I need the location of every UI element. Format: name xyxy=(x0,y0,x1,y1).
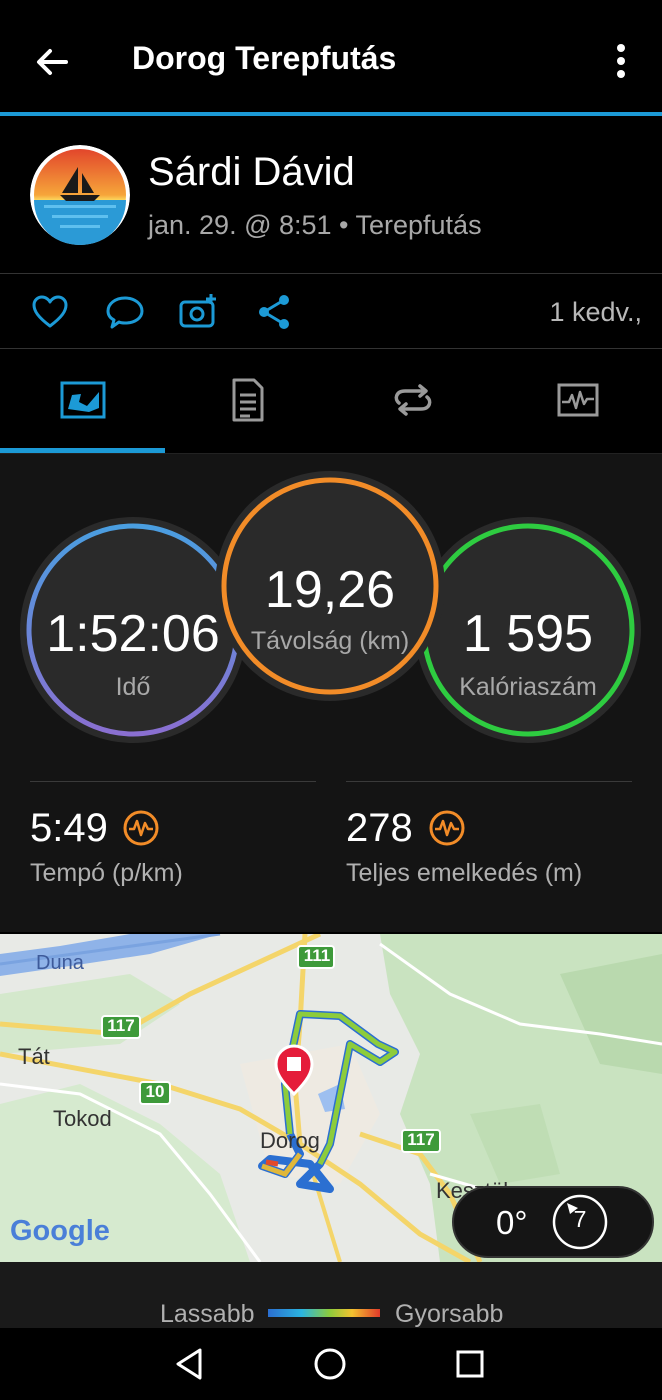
divider xyxy=(0,348,662,349)
elevation-label: Teljes emelkedés (m) xyxy=(346,859,583,887)
distance-label: Távolság (km) xyxy=(250,627,410,655)
elevation-value: 278 xyxy=(346,806,413,850)
back-arrow-icon[interactable] xyxy=(30,40,74,84)
compass-value: 7 xyxy=(573,1206,587,1232)
road-number: 117 xyxy=(407,1130,435,1149)
chart-icon xyxy=(557,383,598,417)
calories-label: Kalóriaszám xyxy=(459,673,597,701)
tab-laps[interactable] xyxy=(330,350,495,450)
divider xyxy=(0,273,662,274)
pace-label: Tempó (p/km) xyxy=(30,859,183,887)
road-number: 10 xyxy=(145,1082,165,1101)
time-label: Idő xyxy=(115,673,151,701)
pace-value: 5:49 xyxy=(30,806,108,850)
heading-angle: 0° xyxy=(496,1204,528,1241)
nav-home-icon[interactable] xyxy=(312,1346,348,1382)
document-list-icon xyxy=(232,378,263,422)
time-value: 1:52:06 xyxy=(46,605,220,663)
user-name[interactable]: Sárdi Dávid xyxy=(148,150,355,195)
nav-recents-icon[interactable] xyxy=(454,1348,486,1380)
map-heading-control[interactable]: 0° 7 xyxy=(452,1186,654,1258)
nav-back-icon[interactable] xyxy=(172,1346,208,1382)
avatar[interactable] xyxy=(30,145,130,245)
map-label-town: Tokod xyxy=(53,1106,112,1131)
calories-value: 1 595 xyxy=(462,605,594,663)
speed-gradient-bar xyxy=(268,1309,380,1317)
road-number: 111 xyxy=(303,946,331,965)
distance-value: 19,26 xyxy=(264,561,396,619)
map-label-town: Dorog xyxy=(260,1128,320,1153)
share-icon[interactable] xyxy=(252,290,296,334)
likes-count[interactable]: 1 kedv., xyxy=(549,297,642,328)
system-navigation-bar xyxy=(0,1328,662,1400)
legend-slower: Lassabb xyxy=(160,1300,255,1328)
activity-summary-icon xyxy=(60,381,105,419)
divider xyxy=(30,781,316,782)
map-label-town: Tát xyxy=(18,1044,50,1069)
more-options-icon[interactable] xyxy=(604,40,638,84)
add-photo-camera-icon[interactable] xyxy=(177,290,221,334)
top-app-bar: Dorog Terepfutás xyxy=(0,0,662,112)
comment-bubble-icon[interactable] xyxy=(103,290,147,334)
heart-rate-pulse-icon[interactable] xyxy=(428,809,466,847)
like-heart-icon[interactable] xyxy=(28,290,72,334)
map-label-river: Duna xyxy=(36,952,84,974)
speed-legend xyxy=(0,1262,662,1328)
google-logo: Google xyxy=(10,1215,110,1247)
heart-rate-pulse-icon[interactable] xyxy=(122,809,160,847)
loop-arrows-icon xyxy=(394,384,431,416)
tab-details[interactable] xyxy=(165,350,330,450)
road-number: 117 xyxy=(107,1016,135,1035)
page-title: Dorog Terepfutás xyxy=(132,40,397,76)
tab-summary[interactable] xyxy=(0,350,165,450)
sailboat-avatar-icon xyxy=(30,145,130,245)
tab-charts[interactable] xyxy=(495,350,660,450)
divider xyxy=(346,781,632,782)
legend-faster: Gyorsabb xyxy=(395,1300,504,1328)
activity-date-type: jan. 29. @ 8:51 • Terepfutás xyxy=(148,210,482,240)
